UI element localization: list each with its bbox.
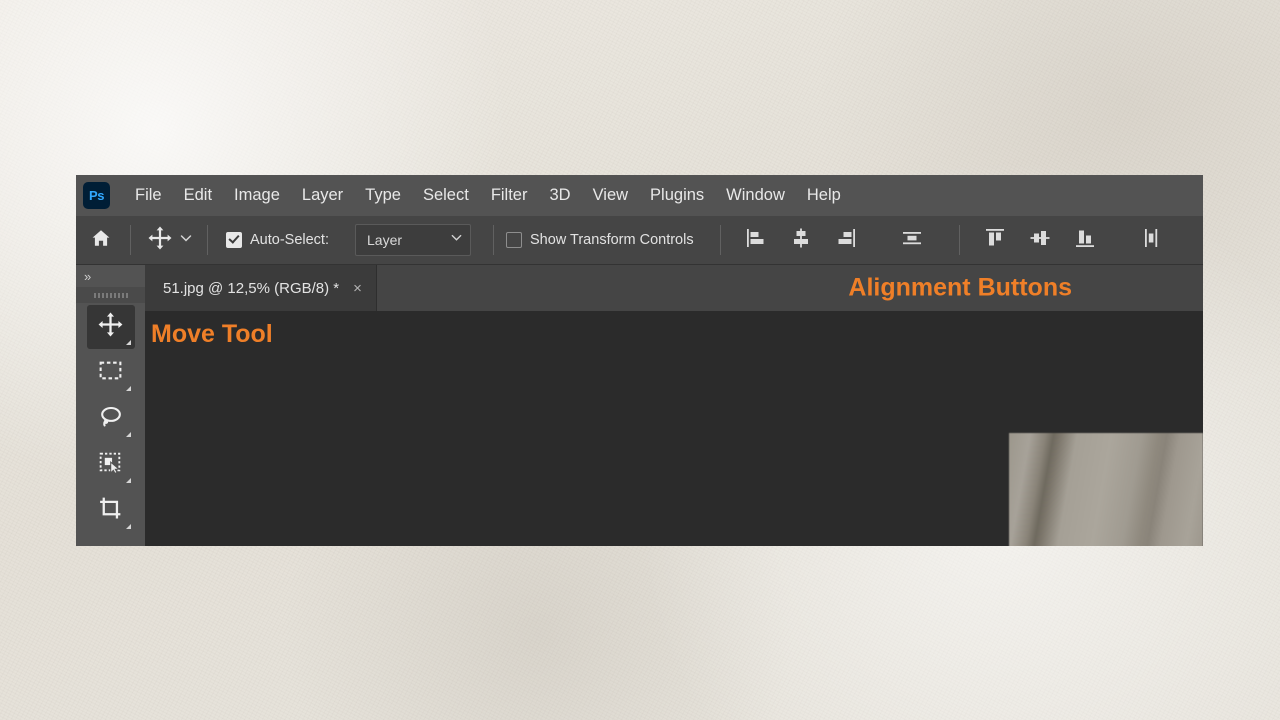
menu-item-image[interactable]: Image xyxy=(223,182,291,209)
menu-item-3d[interactable]: 3D xyxy=(538,182,581,209)
close-icon[interactable]: × xyxy=(353,281,362,296)
lasso-icon xyxy=(97,403,124,435)
options-divider-1 xyxy=(130,225,131,255)
distribute-horizontal-centers-button[interactable] xyxy=(1134,223,1168,257)
document-tab[interactable]: 51.jpg @ 12,5% (RGB/8) * × xyxy=(145,265,377,311)
show-transform-controls-label: Show Transform Controls xyxy=(530,232,694,248)
align-buttons-left-group xyxy=(739,223,929,257)
drag-handle-dots-icon xyxy=(93,292,128,298)
tool-flyout-corner-icon xyxy=(125,386,131,391)
document-tab-title: 51.jpg @ 12,5% (RGB/8) * xyxy=(163,279,340,297)
tool-move[interactable] xyxy=(86,305,135,349)
tool-object-selection[interactable] xyxy=(87,443,135,487)
annotation-move-tool: Move Tool xyxy=(151,320,273,348)
align-horizontal-centers-icon xyxy=(789,226,813,255)
auto-select-control[interactable]: Auto-Select: xyxy=(226,232,329,248)
options-divider-4 xyxy=(719,225,721,255)
photoshop-logo-icon[interactable]: Ps xyxy=(83,182,110,209)
home-button[interactable] xyxy=(84,223,118,257)
tools-panel: » xyxy=(76,265,145,546)
tool-preset-dropdown[interactable] xyxy=(177,223,195,257)
tool-crop[interactable] xyxy=(87,489,135,533)
document-tab-strip: 51.jpg @ 12,5% (RGB/8) * × Alignment But… xyxy=(145,265,1203,311)
menu-item-plugins[interactable]: Plugins xyxy=(639,182,715,209)
move-tool-icon xyxy=(97,311,124,343)
distribute-vertical-centers-icon xyxy=(900,226,924,255)
distribute-vertical-centers-button[interactable] xyxy=(895,223,929,257)
menu-item-help[interactable]: Help xyxy=(796,182,852,209)
marquee-icon xyxy=(97,357,124,389)
tool-flyout-corner-icon xyxy=(125,432,131,437)
distribute-horizontal-centers-icon xyxy=(1139,226,1163,255)
menu-item-layer[interactable]: Layer xyxy=(291,182,354,209)
align-left-edges-button[interactable] xyxy=(739,223,773,257)
menu-item-view[interactable]: View xyxy=(582,182,639,209)
options-divider-3 xyxy=(493,225,494,255)
tool-flyout-corner-icon xyxy=(125,340,131,345)
align-top-edges-icon xyxy=(983,226,1007,255)
tools-panel-drag-handle[interactable] xyxy=(76,287,145,303)
screen: Ps File Edit Image Layer Type Select Fil… xyxy=(0,0,1280,720)
menu-item-edit[interactable]: Edit xyxy=(173,182,223,209)
photoshop-window: Ps File Edit Image Layer Type Select Fil… xyxy=(76,175,1203,546)
workspace-body: » 51.jpg @ 12,5% (RGB/8) * × Alignment B… xyxy=(76,265,1203,546)
menu-item-type[interactable]: Type xyxy=(354,182,412,209)
auto-select-checkbox[interactable] xyxy=(226,232,242,248)
align-right-edges-button[interactable] xyxy=(829,223,863,257)
options-divider-5 xyxy=(958,225,960,255)
tool-lasso[interactable] xyxy=(87,397,135,441)
menu-item-file[interactable]: File xyxy=(124,182,173,209)
crop-icon xyxy=(97,495,124,527)
tool-flyout-corner-icon xyxy=(125,524,131,529)
align-vertical-centers-button[interactable] xyxy=(1023,223,1057,257)
align-right-edges-icon xyxy=(834,226,858,255)
menu-item-filter[interactable]: Filter xyxy=(480,182,539,209)
chevron-down-icon xyxy=(450,231,463,249)
tool-rectangular-marquee[interactable] xyxy=(87,351,135,395)
align-top-edges-button[interactable] xyxy=(978,223,1012,257)
options-bar: Auto-Select: Layer Show Transform Contro… xyxy=(76,216,1203,265)
show-transform-controls-control[interactable]: Show Transform Controls xyxy=(506,232,694,248)
menu-bar: Ps File Edit Image Layer Type Select Fil… xyxy=(76,175,1203,216)
options-divider-2 xyxy=(207,225,208,255)
active-tool-button[interactable] xyxy=(143,223,177,257)
home-icon xyxy=(90,227,112,254)
show-transform-controls-checkbox[interactable] xyxy=(506,232,522,248)
tool-flyout-corner-icon xyxy=(125,478,131,483)
move-tool-icon xyxy=(147,225,173,256)
menu-item-window[interactable]: Window xyxy=(715,182,796,209)
align-left-edges-icon xyxy=(744,226,768,255)
canvas[interactable]: Move Tool xyxy=(145,311,1203,546)
chevron-down-icon xyxy=(179,231,193,250)
menu-item-select[interactable]: Select xyxy=(412,182,480,209)
auto-select-label: Auto-Select: xyxy=(250,232,329,248)
align-bottom-edges-icon xyxy=(1073,226,1097,255)
auto-select-target-value: Layer xyxy=(367,232,403,248)
auto-select-target-dropdown[interactable]: Layer xyxy=(355,224,471,256)
tools-panel-expand-button[interactable]: » xyxy=(76,265,145,287)
object-selection-icon xyxy=(97,449,124,481)
document-area: 51.jpg @ 12,5% (RGB/8) * × Alignment But… xyxy=(145,265,1203,546)
annotation-alignment-buttons: Alignment Buttons xyxy=(848,273,1072,302)
align-buttons-right-group xyxy=(978,223,1168,257)
align-horizontal-centers-button[interactable] xyxy=(784,223,818,257)
canvas-photo xyxy=(1009,433,1203,546)
align-vertical-centers-icon xyxy=(1028,226,1052,255)
align-bottom-edges-button[interactable] xyxy=(1068,223,1102,257)
